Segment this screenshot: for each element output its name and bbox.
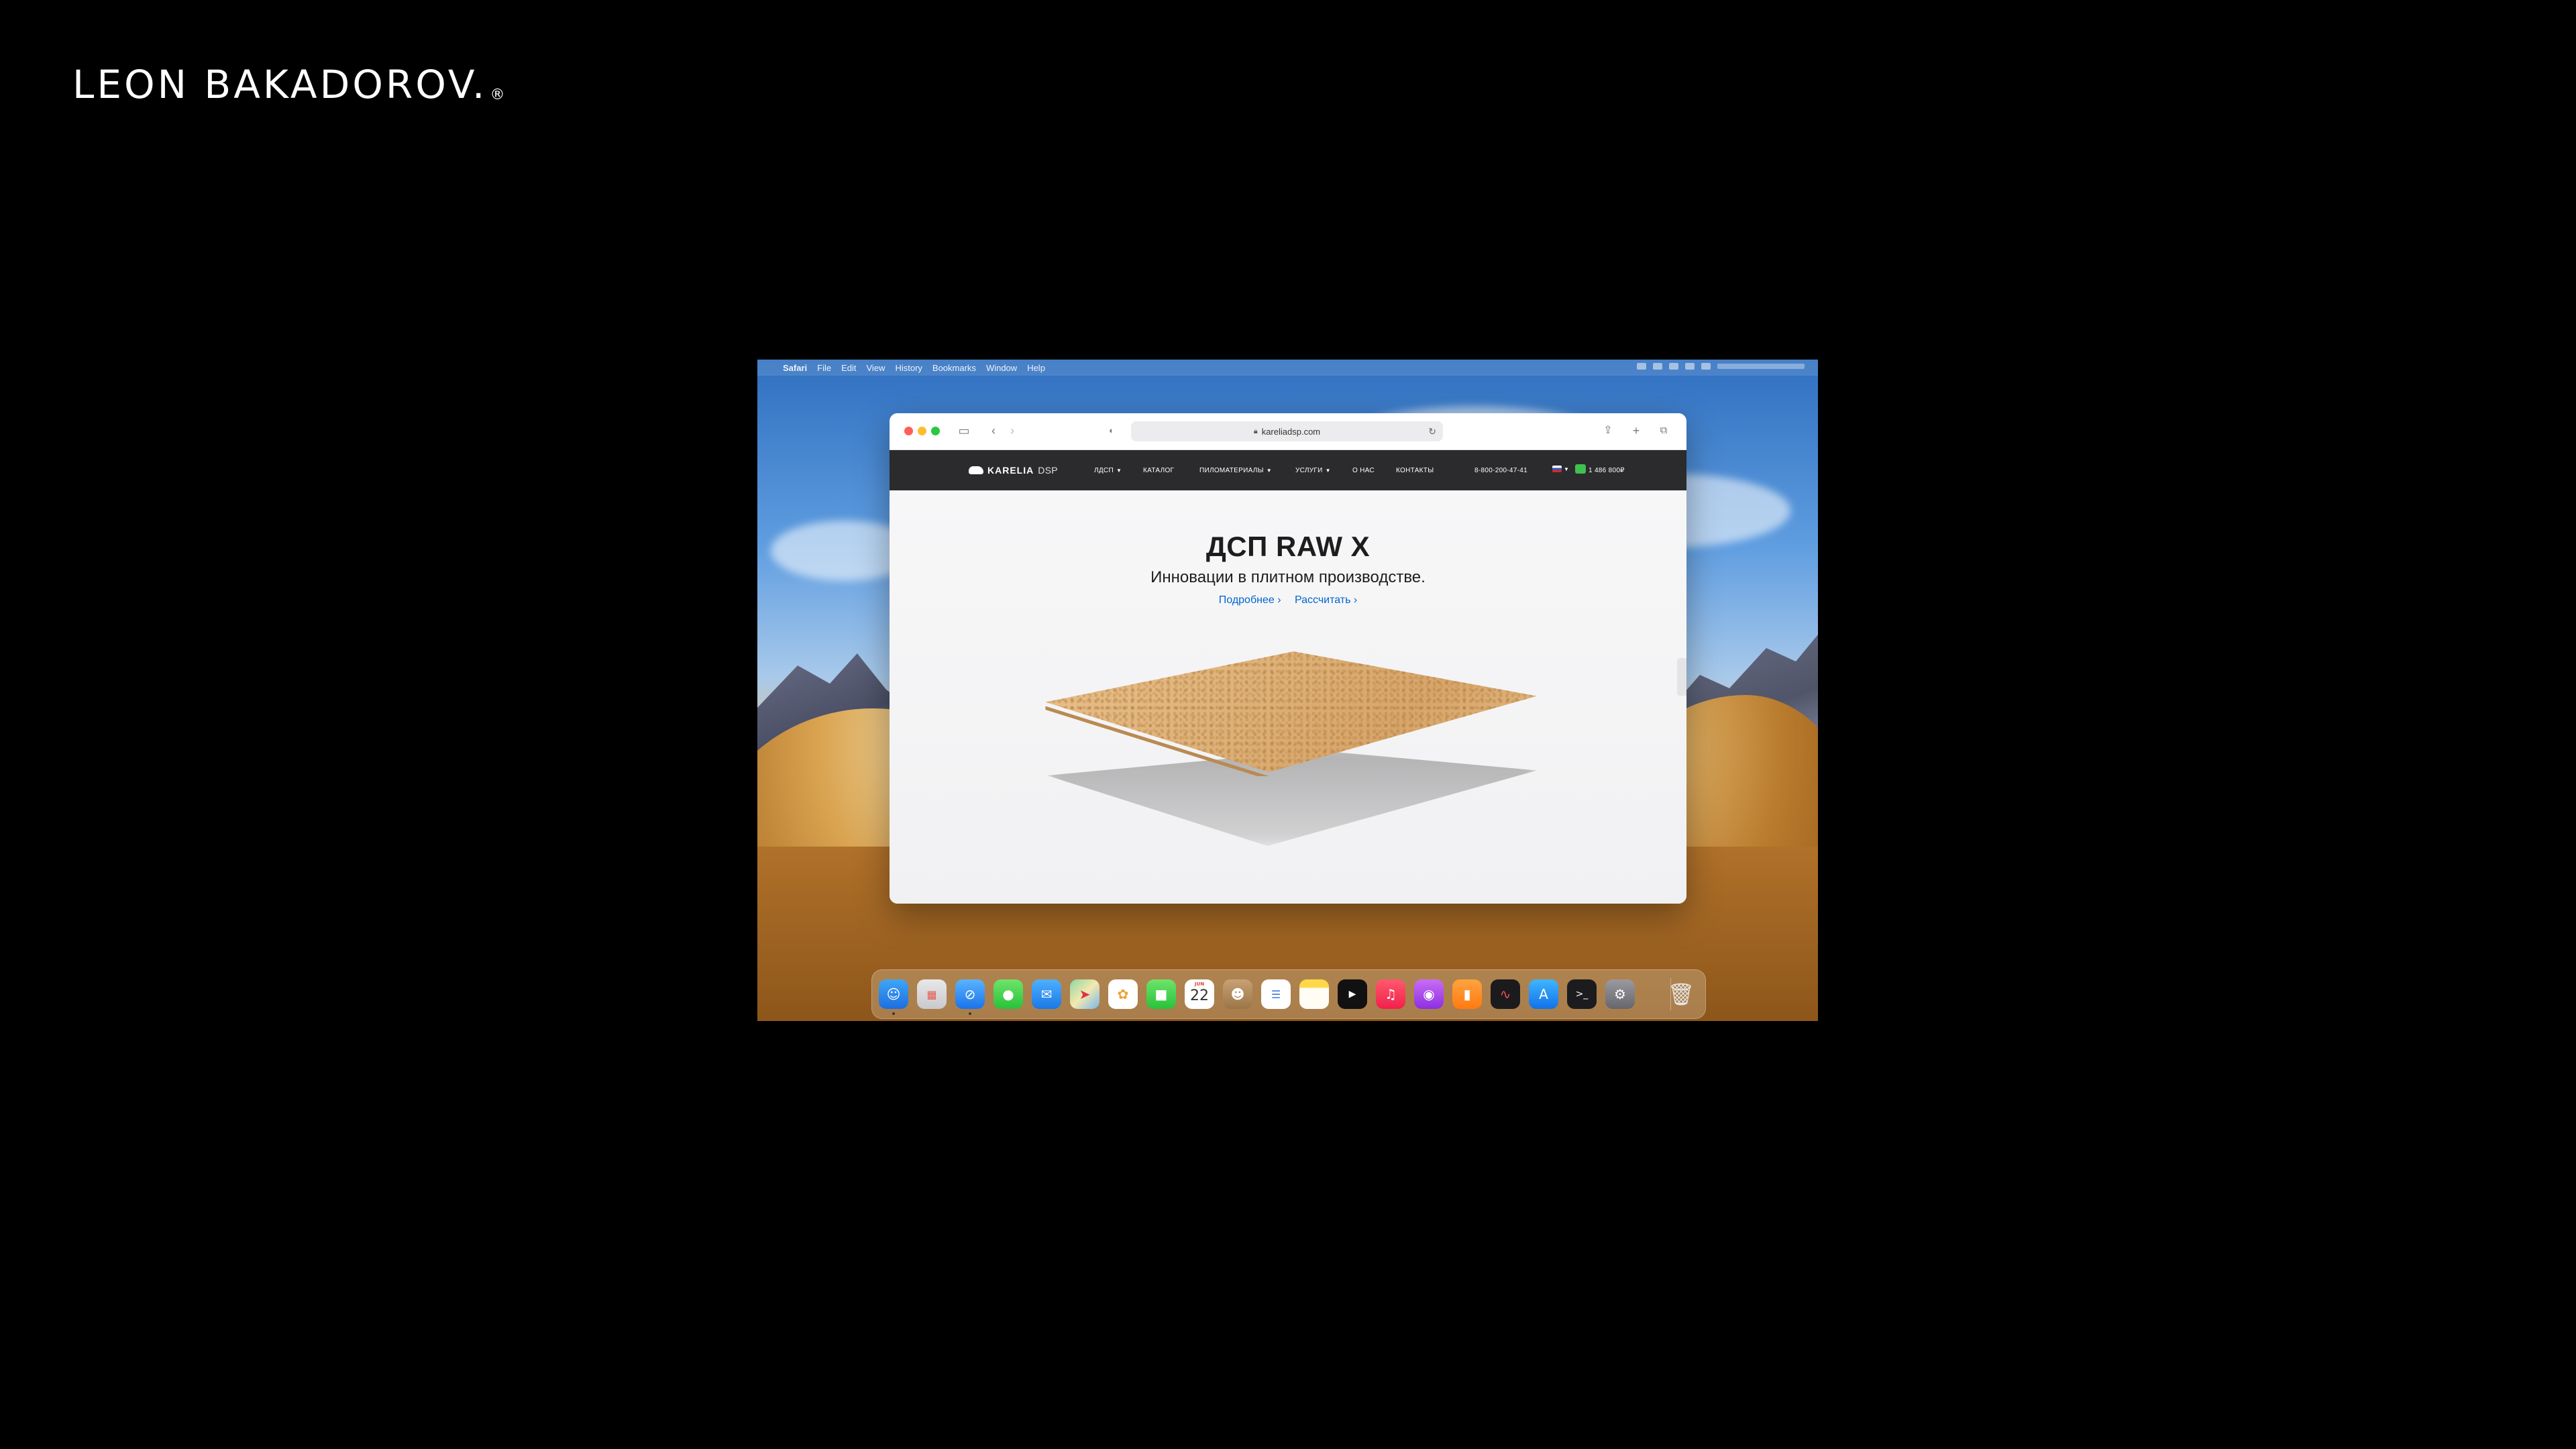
cart-total[interactable]: 1 486 800₽ xyxy=(1589,467,1625,474)
logo-sub: DSP xyxy=(1038,465,1058,476)
notes-icon[interactable] xyxy=(1299,979,1329,1009)
back-icon[interactable]: ‹ xyxy=(986,423,1001,438)
url-text: kareliadsp.com xyxy=(1261,426,1321,437)
logo-main: KARELIA xyxy=(987,465,1034,476)
safari-toolbar: ▭ ‹ › ◐ 🔒︎ kareliadsp.com ↻ ⇪ + ⧉ xyxy=(890,413,1686,450)
more-link[interactable]: Подробнее › xyxy=(1219,594,1281,606)
close-button[interactable] xyxy=(904,427,913,435)
menu-file[interactable]: File xyxy=(817,363,831,373)
language-flag-icon[interactable] xyxy=(1552,466,1562,472)
status-area xyxy=(1637,363,1805,370)
reload-icon[interactable]: ↻ xyxy=(1428,426,1436,437)
site-header: KARELIA DSP ЛДСП ▼ КАТАЛОГ ПИЛОМАТЕРИАЛЫ ▼… xyxy=(890,450,1686,490)
status-icon[interactable] xyxy=(1637,363,1646,370)
music-icon[interactable]: ♫ xyxy=(1376,979,1405,1009)
podcasts-icon[interactable]: ◉ xyxy=(1414,979,1444,1009)
wifi-icon[interactable] xyxy=(1669,363,1678,370)
hero-section: ДСП RAW X Инновации в плитном производст… xyxy=(890,490,1686,904)
terminal-icon[interactable]: >_ xyxy=(1567,979,1597,1009)
product-image xyxy=(1034,651,1544,853)
tab-overview-icon[interactable]: ⧉ xyxy=(1656,423,1671,438)
menu-window[interactable]: Window xyxy=(986,363,1017,373)
hero-title: ДСП RAW X xyxy=(1205,531,1371,562)
menu-history[interactable]: History xyxy=(895,363,922,373)
hero-subtitle: Инновации в плитном производстве. xyxy=(1150,568,1426,586)
registered-mark: ® xyxy=(490,87,508,103)
caret-down-icon: ▼ xyxy=(1116,468,1122,474)
nav-contacts[interactable]: КОНТАКТЫ xyxy=(1396,467,1434,474)
share-icon[interactable]: ⇪ xyxy=(1601,423,1615,438)
forward-icon[interactable]: › xyxy=(1005,423,1020,438)
dock: ☺ ▦ ⊘ ● ✉ ➤ ✿ ■ JUN 22 ☻ ☰ ▶ ♫ ◉ ▮ ∿ A >… xyxy=(871,969,1706,1019)
menu-clock[interactable] xyxy=(1717,364,1805,369)
safari-window: ▭ ‹ › ◐ 🔒︎ kareliadsp.com ↻ ⇪ + ⧉ KARELI… xyxy=(890,413,1686,904)
nav-label: О НАС xyxy=(1352,467,1375,474)
messages-icon[interactable]: ● xyxy=(994,979,1023,1009)
nav-label: КОНТАКТЫ xyxy=(1396,467,1434,474)
bear-logo-icon xyxy=(969,466,983,474)
chipboard-panel xyxy=(1045,651,1537,772)
nav-label: ПИЛОМАТЕРИАЛЫ xyxy=(1199,467,1264,474)
menu-bookmarks[interactable]: Bookmarks xyxy=(932,363,976,373)
scroll-handle[interactable] xyxy=(1677,658,1686,696)
running-indicator xyxy=(892,1012,895,1015)
nav-label: ЛДСП xyxy=(1094,467,1114,474)
finder-icon[interactable]: ☺ xyxy=(879,979,908,1009)
caret-down-icon: ▼ xyxy=(1266,468,1272,474)
nav-about[interactable]: О НАС xyxy=(1352,467,1375,474)
caret-down-icon: ▼ xyxy=(1564,466,1570,472)
system-preferences-icon[interactable]: ⚙ xyxy=(1605,979,1635,1009)
nav-services[interactable]: УСЛУГИ ▼ xyxy=(1295,467,1331,474)
books-icon[interactable]: ▮ xyxy=(1452,979,1482,1009)
nav-lumber[interactable]: ПИЛОМАТЕРИАЛЫ ▼ xyxy=(1199,467,1272,474)
zoom-button[interactable] xyxy=(931,427,940,435)
menu-view[interactable]: View xyxy=(867,363,885,373)
running-indicator xyxy=(969,1012,971,1015)
status-icon[interactable] xyxy=(1653,363,1662,370)
cart-icon[interactable] xyxy=(1575,464,1586,474)
calendar-month: JUN xyxy=(1194,981,1205,987)
sidebar-icon[interactable]: ▭ xyxy=(957,423,971,438)
nav-catalog[interactable]: КАТАЛОГ xyxy=(1143,467,1174,474)
new-tab-icon[interactable]: + xyxy=(1629,423,1644,438)
window-controls xyxy=(904,427,940,435)
menu-safari[interactable]: Safari xyxy=(783,363,807,373)
control-center-icon[interactable] xyxy=(1701,363,1711,370)
reminders-icon[interactable]: ☰ xyxy=(1261,979,1291,1009)
calendar-icon[interactable]: JUN 22 xyxy=(1185,979,1214,1009)
app-store-icon[interactable]: A xyxy=(1529,979,1558,1009)
trash-icon[interactable]: 🗑︎ xyxy=(1666,979,1696,1009)
facetime-icon[interactable]: ■ xyxy=(1146,979,1176,1009)
calculate-link[interactable]: Рассчитать › xyxy=(1295,594,1357,606)
menu-bar: Safari File Edit View History Bookmarks … xyxy=(757,360,1818,376)
phone-number[interactable]: 8-800-200-47-41 xyxy=(1474,467,1527,474)
lock-icon: 🔒︎ xyxy=(1253,427,1258,435)
tv-icon[interactable]: ▶ xyxy=(1338,979,1367,1009)
voice-memos-icon[interactable]: ∿ xyxy=(1491,979,1520,1009)
mail-icon[interactable]: ✉ xyxy=(1032,979,1061,1009)
brand-logo: LEON BAKADOROV. ® xyxy=(72,62,507,107)
contacts-icon[interactable]: ☻ xyxy=(1223,979,1252,1009)
brand-name: LEON BAKADOROV. xyxy=(72,62,488,107)
site-logo[interactable]: KARELIA DSP xyxy=(969,465,1058,476)
caret-down-icon: ▼ xyxy=(1325,468,1331,474)
nav-ldsp[interactable]: ЛДСП ▼ xyxy=(1094,467,1122,474)
photos-icon[interactable]: ✿ xyxy=(1108,979,1138,1009)
safari-icon[interactable]: ⊘ xyxy=(955,979,985,1009)
calendar-day: 22 xyxy=(1190,987,1209,1004)
menu-edit[interactable]: Edit xyxy=(841,363,856,373)
nav-label: КАТАЛОГ xyxy=(1143,467,1175,474)
address-bar[interactable]: 🔒︎ kareliadsp.com ↻ xyxy=(1131,421,1443,441)
mac-desktop: Safari File Edit View History Bookmarks … xyxy=(757,360,1818,1021)
maps-icon[interactable]: ➤ xyxy=(1070,979,1099,1009)
menu-help[interactable]: Help xyxy=(1027,363,1045,373)
search-icon[interactable] xyxy=(1685,363,1695,370)
nav-label: УСЛУГИ xyxy=(1295,467,1323,474)
privacy-shield-icon[interactable]: ◐ xyxy=(1104,423,1119,438)
minimize-button[interactable] xyxy=(918,427,926,435)
launchpad-icon[interactable]: ▦ xyxy=(917,979,947,1009)
hero-links: Подробнее › Рассчитать › xyxy=(890,594,1686,606)
